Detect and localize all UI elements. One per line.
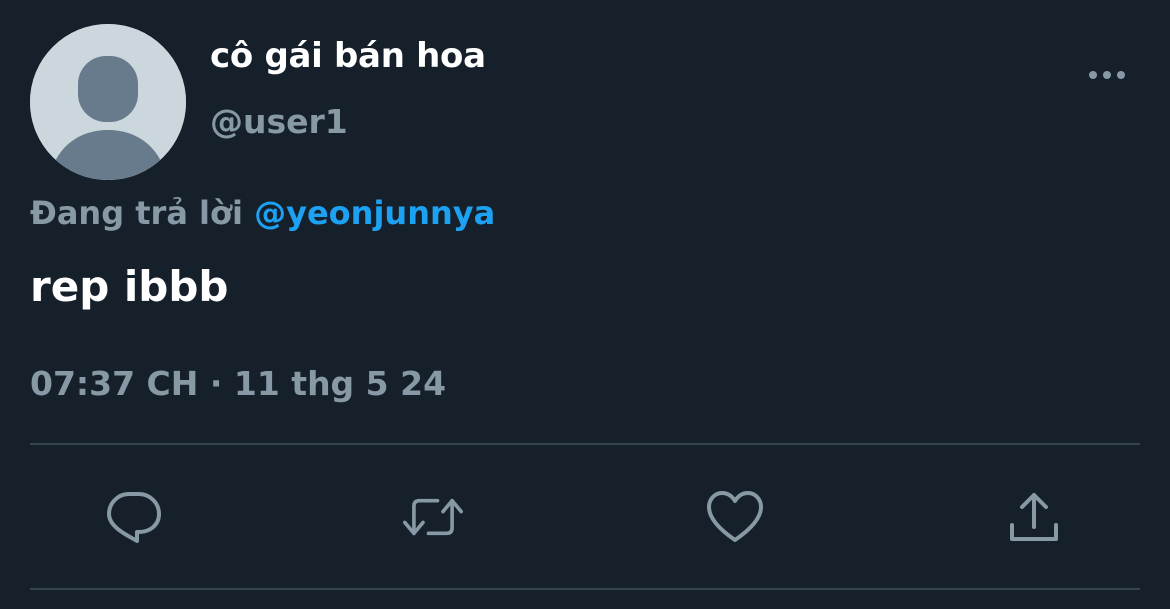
reply-context: Đang trả lời @yeonjunnya: [30, 194, 495, 232]
reply-button[interactable]: [104, 488, 164, 546]
display-name[interactable]: cô gái bán hoa: [210, 36, 486, 76]
reply-prefix: Đang trả lời: [30, 194, 243, 232]
default-avatar-icon: [30, 24, 186, 180]
reply-icon: [107, 492, 161, 543]
share-button[interactable]: [1004, 488, 1064, 546]
avatar[interactable]: [30, 24, 186, 180]
heart-icon: [707, 491, 763, 542]
tweet-timestamp[interactable]: 07:37 CH · 11 thg 5 24: [30, 364, 446, 403]
more-horizontal-icon: [1089, 71, 1125, 79]
divider: [30, 588, 1140, 590]
tweet-text: rep ibbb: [30, 262, 229, 311]
share-icon: [1010, 493, 1058, 541]
retweet-icon: [403, 498, 463, 536]
user-handle[interactable]: @user1: [210, 102, 348, 141]
divider: [30, 443, 1140, 445]
retweet-button[interactable]: [403, 488, 463, 546]
reply-mention-link[interactable]: @yeonjunnya: [254, 194, 495, 232]
like-button[interactable]: [705, 488, 765, 546]
more-options-button[interactable]: [1082, 58, 1132, 92]
